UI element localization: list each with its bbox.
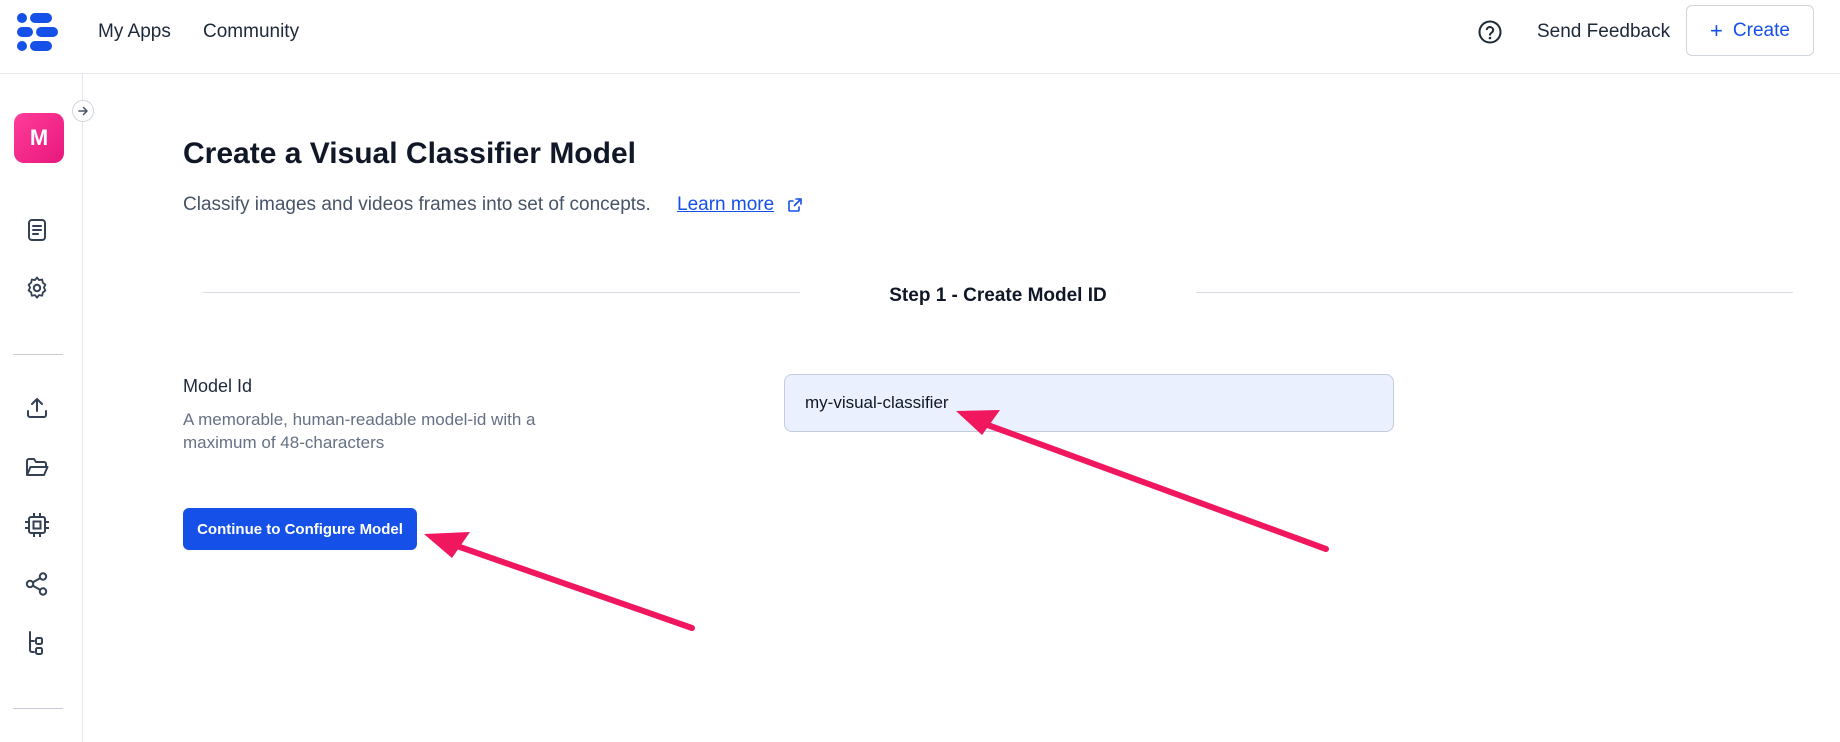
sidebar-divider (13, 354, 63, 355)
learn-more-link[interactable]: Learn more (677, 193, 774, 217)
create-button-label: Create (1732, 19, 1790, 41)
model-id-input[interactable] (784, 374, 1394, 432)
step-divider-left (203, 292, 800, 293)
folder-open-icon[interactable] (24, 455, 50, 481)
plus-icon: + (1710, 17, 1723, 43)
create-button[interactable]: + Create (1686, 5, 1814, 56)
step-divider-right (1196, 292, 1793, 293)
document-icon[interactable] (24, 217, 50, 243)
step-title: Step 1 - Create Model ID (889, 285, 1107, 306)
send-feedback-link[interactable]: Send Feedback (1537, 20, 1670, 44)
top-nav-bar: My Apps Community Send Feedback + Create (0, 0, 1840, 74)
page-title: Create a Visual Classifier Model (183, 137, 636, 170)
sidebar-expand-button[interactable] (72, 100, 94, 122)
sidebar-divider (13, 708, 63, 709)
app-logo-icon[interactable] (14, 10, 62, 54)
annotation-arrows (424, 410, 1329, 631)
share-icon[interactable] (24, 571, 50, 597)
page-subtitle: Classify images and videos frames into s… (183, 194, 651, 215)
annotation-arrow-to-button (424, 532, 695, 631)
nav-my-apps[interactable]: My Apps (98, 20, 171, 44)
avatar[interactable]: M (14, 113, 64, 163)
nav-community[interactable]: Community (203, 20, 299, 44)
workflow-icon[interactable] (24, 630, 50, 656)
model-id-label: Model Id (183, 376, 253, 396)
continue-to-configure-model-button[interactable]: Continue to Configure Model (183, 508, 417, 550)
external-link-icon[interactable] (787, 197, 803, 213)
upload-icon[interactable] (24, 395, 50, 421)
gear-icon[interactable] (24, 275, 50, 301)
cpu-icon[interactable] (24, 512, 50, 538)
arrow-right-icon (78, 106, 88, 116)
help-icon[interactable] (1477, 19, 1503, 45)
model-id-description: A memorable, human-readable model-id wit… (183, 410, 536, 452)
